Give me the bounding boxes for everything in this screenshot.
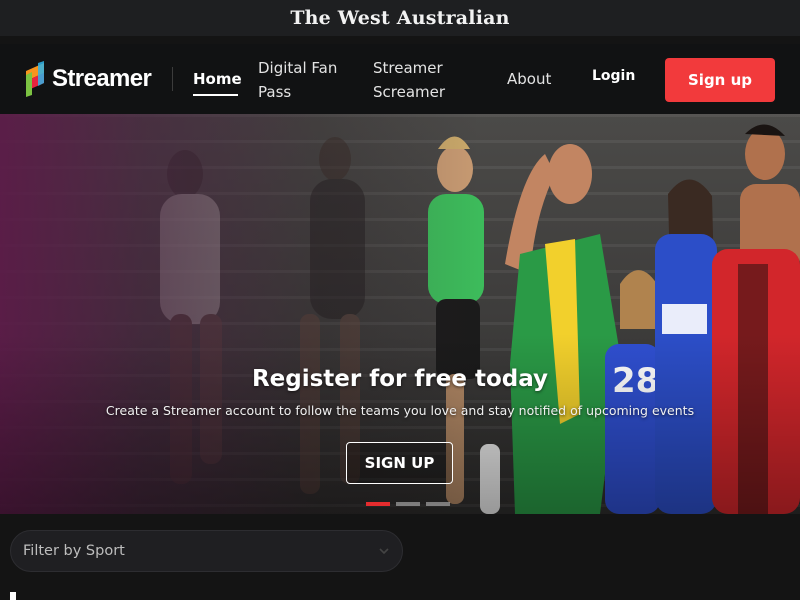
streamer-logo-icon: [26, 61, 44, 97]
hero-subtitle: Create a Streamer account to follow the …: [105, 403, 695, 418]
sport-filter-select[interactable]: Filter by Sport: [10, 530, 403, 572]
login-link[interactable]: Login: [592, 68, 635, 84]
active-tab-indicator: [193, 94, 238, 96]
carousel-indicators: [366, 502, 450, 506]
nav-link-home[interactable]: Home: [193, 67, 242, 91]
publisher-bar: The West Australian: [0, 0, 800, 36]
hero-signup-button[interactable]: SIGN UP: [346, 442, 453, 484]
hero-title: Register for free today: [251, 366, 549, 392]
signup-button[interactable]: Sign up: [665, 58, 775, 102]
brand-name: Streamer: [52, 65, 152, 92]
carousel-dot-3[interactable]: [426, 502, 450, 506]
nav-link-digital-fan-pass[interactable]: Digital Fan Pass: [258, 56, 358, 104]
nav-link-streamer-screamer[interactable]: Streamer Screamer: [373, 56, 483, 104]
streamer-logo[interactable]: Streamer: [24, 59, 154, 99]
nav-divider: [172, 67, 173, 91]
carousel-dot-2[interactable]: [396, 502, 420, 506]
sport-filter-placeholder: Filter by Sport: [23, 543, 125, 559]
section-heading-fragment: [10, 592, 16, 600]
masthead-logo[interactable]: The West Australian: [290, 7, 509, 29]
nav-link-about[interactable]: About: [507, 67, 551, 91]
chevron-down-icon: [379, 548, 389, 555]
carousel-dot-1[interactable]: [366, 502, 390, 506]
hero-banner: 28 Register for free today Create a Stre…: [0, 114, 800, 514]
